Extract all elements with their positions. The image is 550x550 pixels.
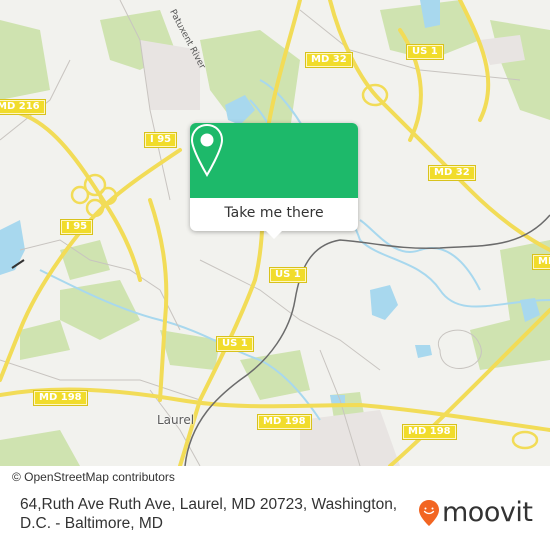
place-label-laurel: Laurel — [157, 413, 195, 427]
route-shield-md32: MD 32 — [305, 52, 353, 68]
route-shield-us1: US 1 — [269, 267, 307, 283]
take-me-there-button[interactable]: Take me there — [190, 198, 358, 231]
moovit-wordmark: moovit — [442, 497, 533, 528]
route-shield-i95: I 95 — [143, 132, 178, 148]
route-shield-md216: MD 216 — [0, 99, 46, 115]
address-text: 64,Ruth Ave Ruth Ave, Laurel, MD 20723, … — [20, 496, 398, 532]
map-attribution[interactable]: © OpenStreetMap contributors — [8, 467, 183, 487]
popup-header — [190, 123, 358, 198]
route-shield-md: MD — [531, 254, 550, 270]
route-shield-md198: MD 198 — [33, 390, 88, 406]
route-shield-md198: MD 198 — [402, 424, 457, 440]
route-shield-md198: MD 198 — [257, 414, 312, 430]
location-popup: Take me there — [190, 123, 358, 239]
map-pin-icon — [190, 123, 224, 177]
popup-pointer — [266, 231, 282, 239]
footer: 64,Ruth Ave Ruth Ave, Laurel, MD 20723, … — [0, 487, 550, 550]
moovit-logo[interactable]: moovit — [418, 497, 533, 528]
route-shield-us1: US 1 — [406, 44, 444, 60]
route-shield-md32: MD 32 — [428, 165, 476, 181]
map-view[interactable]: MD 32 US 1 MD 216 I 95 I 95 MD 32 US 1 U… — [0, 0, 550, 466]
moovit-logo-icon — [419, 500, 439, 526]
route-shield-i95: I 95 — [59, 219, 94, 235]
route-shield-us1: US 1 — [216, 336, 254, 352]
